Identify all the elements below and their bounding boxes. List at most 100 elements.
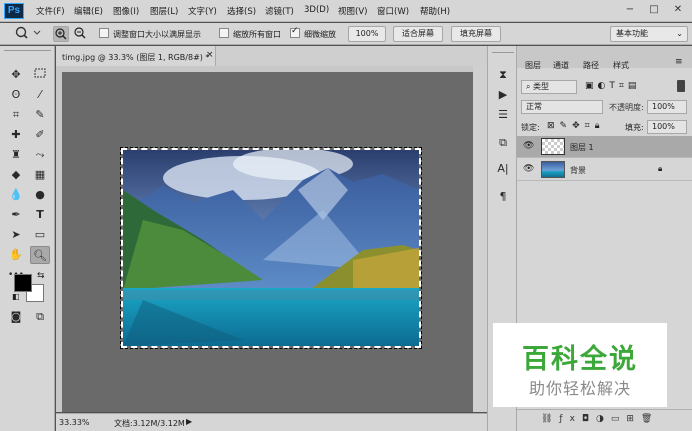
eyedropper-tool-icon[interactable]: ✎ bbox=[30, 106, 50, 124]
status-menu-arrow-icon[interactable]: ▶ bbox=[186, 417, 192, 426]
zoom-tool-preset[interactable] bbox=[12, 26, 44, 42]
zoom-out-button[interactable] bbox=[72, 26, 88, 42]
opacity-input[interactable]: 100% bbox=[647, 100, 687, 114]
dodge-tool-icon[interactable]: ● bbox=[30, 186, 50, 204]
fill-screen-button[interactable]: 填充屏幕 bbox=[451, 26, 501, 42]
menu-layer[interactable]: 图层(L) bbox=[150, 5, 178, 17]
hand-tool-icon[interactable]: ✋ bbox=[6, 246, 26, 264]
foreground-color-front bbox=[14, 274, 32, 292]
maximize-button[interactable]: □ bbox=[646, 3, 662, 17]
swap-colors-icon[interactable]: ⇆ bbox=[37, 271, 45, 281]
zoom-in-icon bbox=[55, 28, 67, 40]
brush-tool-icon[interactable]: ✐ bbox=[30, 126, 50, 144]
menu-type[interactable]: 文字(Y) bbox=[188, 5, 217, 17]
rectangle-tool-icon[interactable]: ▭ bbox=[30, 226, 50, 244]
layer-filter-icons[interactable]: ▣◐T⌗▤ bbox=[585, 81, 640, 91]
tab-channels[interactable]: 通道 bbox=[553, 60, 569, 71]
zoom-in-button[interactable] bbox=[53, 26, 69, 42]
marquee-tool-icon[interactable] bbox=[30, 66, 50, 84]
lock-icon: 🔒︎ bbox=[658, 164, 663, 173]
zoom-100-button[interactable]: 100% bbox=[348, 26, 386, 42]
layer-thumbnail-transparent bbox=[541, 138, 565, 155]
menu-view[interactable]: 视图(V) bbox=[338, 5, 367, 17]
healing-brush-tool-icon[interactable]: ✚ bbox=[6, 126, 26, 144]
zoom-all-windows-label: 缩放所有窗口 bbox=[233, 30, 281, 39]
fit-window-checkbox[interactable] bbox=[99, 28, 109, 38]
visibility-eye-icon[interactable]: 👁︎ bbox=[523, 141, 534, 151]
magic-wand-tool-icon[interactable]: ⁄ bbox=[30, 86, 50, 104]
close-document-icon[interactable]: × bbox=[206, 50, 214, 60]
quick-mask-icon[interactable]: ◙ bbox=[6, 308, 26, 326]
adjustments-panel-icon[interactable]: ⧉ bbox=[494, 134, 512, 152]
workspace-label: 基本功能 bbox=[616, 29, 648, 38]
fill-input[interactable]: 100% bbox=[647, 120, 687, 134]
paragraph-panel-icon[interactable]: ¶ bbox=[494, 188, 512, 206]
document-title: timg.jpg @ 33.3% (图层 1, RGB/8#) * bbox=[62, 53, 210, 62]
properties-panel-icon[interactable]: ☰ bbox=[494, 106, 512, 124]
status-zoom[interactable]: 33.33% bbox=[59, 418, 90, 427]
scrubby-zoom-checkbox[interactable] bbox=[290, 26, 300, 38]
visibility-eye-icon[interactable]: 👁︎ bbox=[523, 164, 534, 174]
screen-mode-icon[interactable]: ⧉ bbox=[30, 308, 50, 326]
minimize-button[interactable]: − bbox=[622, 3, 638, 17]
pen-tool-icon[interactable]: ✒ bbox=[6, 206, 26, 224]
actions-panel-icon[interactable]: ▶ bbox=[494, 86, 512, 104]
menu-filter[interactable]: 滤镜(T) bbox=[265, 5, 294, 17]
blend-mode-label: 正常 bbox=[526, 102, 542, 111]
menu-file[interactable]: 文件(F) bbox=[36, 5, 65, 17]
menu-help[interactable]: 帮助(H) bbox=[420, 5, 450, 17]
status-document-size: 文档:3.12M/3.12M bbox=[114, 419, 185, 428]
layers-footer: ⛓ƒx◘◑▭⊞🗑︎ bbox=[517, 409, 692, 431]
history-brush-tool-icon[interactable]: ⤳ bbox=[30, 146, 50, 164]
filter-toggle-icon[interactable] bbox=[677, 80, 685, 92]
panel-header bbox=[517, 46, 692, 68]
document-tab[interactable]: timg.jpg @ 33.3% (图层 1, RGB/8#) * × bbox=[56, 46, 216, 66]
move-tool-icon[interactable]: ✥ bbox=[6, 66, 26, 84]
menu-edit[interactable]: 编辑(E) bbox=[74, 5, 103, 17]
dock-grip bbox=[492, 52, 514, 58]
layer-row-layer1[interactable]: 👁︎ 图层 1 bbox=[517, 136, 692, 158]
blend-mode-select[interactable]: 正常 bbox=[521, 100, 603, 114]
clone-stamp-tool-icon[interactable]: ♜ bbox=[6, 146, 26, 164]
chevron-down-icon: ⌄ bbox=[676, 29, 683, 38]
layer-row-background[interactable]: 👁︎ 背景 🔒︎ bbox=[517, 159, 692, 181]
image-canvas[interactable] bbox=[120, 147, 422, 349]
vertical-scrollbar[interactable] bbox=[473, 66, 487, 412]
menu-select[interactable]: 选择(S) bbox=[227, 5, 256, 17]
layer-name[interactable]: 图层 1 bbox=[570, 142, 594, 153]
menu-window[interactable]: 窗口(W) bbox=[377, 5, 409, 17]
tab-layers[interactable]: 图层 bbox=[525, 60, 541, 71]
path-selection-tool-icon[interactable]: ➤ bbox=[6, 226, 26, 244]
panel-menu-icon[interactable]: ≡ bbox=[675, 57, 683, 67]
type-tool-icon[interactable]: T bbox=[30, 206, 50, 224]
horizontal-ruler bbox=[62, 66, 473, 72]
tab-paths[interactable]: 路径 bbox=[583, 60, 599, 71]
lasso-tool-icon[interactable]: ʘ bbox=[6, 86, 26, 104]
gradient-tool-icon[interactable]: ▦ bbox=[30, 166, 50, 184]
menu-image[interactable]: 图像(I) bbox=[113, 5, 139, 17]
lock-options-icons[interactable]: ⊠✎✥⌗🔒︎ bbox=[547, 121, 604, 131]
watermark-subtitle: 助你轻松解决 bbox=[528, 379, 631, 398]
filter-kind-select[interactable]: ⌕ 类型 bbox=[521, 80, 577, 94]
eraser-tool-icon[interactable]: ◆ bbox=[6, 166, 26, 184]
watermark: 百科全说 助你轻松解决 bbox=[493, 323, 667, 407]
search-icon: ⌕ bbox=[526, 82, 531, 91]
layer-name[interactable]: 背景 bbox=[570, 165, 586, 176]
default-colors-icon[interactable]: ◧ bbox=[12, 292, 20, 301]
history-panel-icon[interactable]: ⧗ bbox=[494, 66, 512, 84]
fill-label: 填充: bbox=[625, 123, 644, 132]
zoom-all-windows-checkbox[interactable] bbox=[219, 28, 229, 38]
character-panel-icon[interactable]: A| bbox=[494, 160, 512, 178]
fit-window-label: 调整窗口大小以满屏显示 bbox=[113, 30, 201, 39]
tab-styles[interactable]: 样式 bbox=[613, 60, 629, 71]
close-button[interactable]: ✕ bbox=[670, 3, 686, 17]
workspace-select[interactable]: 基本功能 ⌄ bbox=[610, 26, 688, 42]
menu-3d[interactable]: 3D(D) bbox=[304, 5, 329, 15]
fit-screen-button[interactable]: 适合屏幕 bbox=[393, 26, 443, 42]
crop-tool-icon[interactable]: ⌗ bbox=[6, 106, 26, 124]
layer-actions-icons[interactable]: ⛓ƒx◘◑▭⊞🗑︎ bbox=[541, 414, 659, 424]
zoom-tool-icon[interactable]: 🔍︎ bbox=[30, 246, 50, 264]
opacity-label: 不透明度: bbox=[609, 103, 644, 112]
mountain-lake-image bbox=[123, 150, 419, 346]
blur-tool-icon[interactable]: 💧 bbox=[6, 186, 26, 204]
